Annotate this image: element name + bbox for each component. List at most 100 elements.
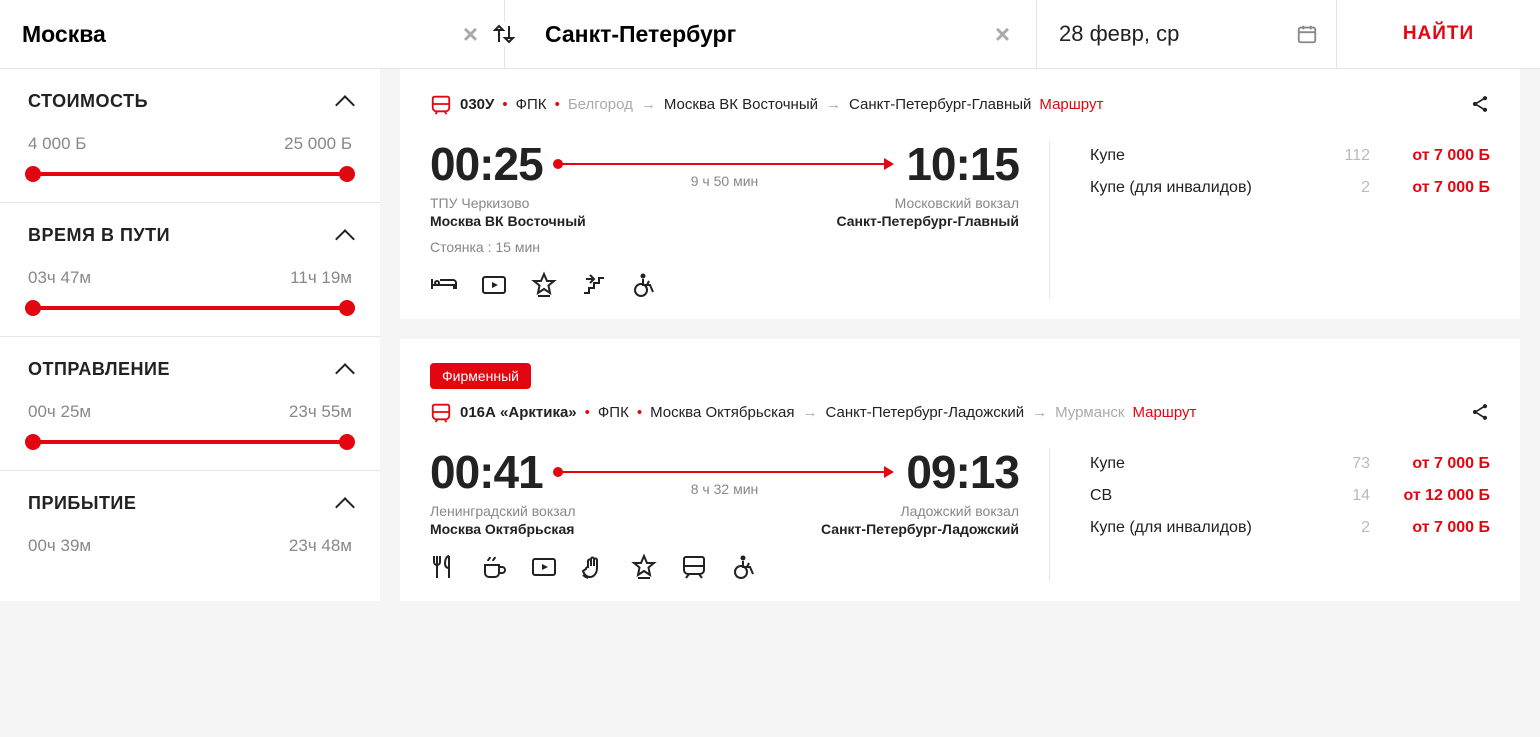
date-field[interactable]: 28 февр, ср	[1037, 0, 1337, 68]
calendar-icon[interactable]	[1296, 23, 1318, 45]
operator: ФПК	[598, 404, 629, 421]
filter-depart-head[interactable]: ОТПРАВЛЕНИЕ	[28, 359, 352, 380]
route-dest: Мурманск	[1055, 404, 1124, 421]
filter-arrive-head[interactable]: ПРИБЫТИЕ	[28, 493, 352, 514]
operator: ФПК	[516, 96, 547, 113]
destination-input[interactable]	[527, 0, 991, 68]
food-icon	[430, 553, 458, 581]
duration: 9 ч 50 мин	[691, 173, 759, 189]
result-card: 030У • ФПК • Белгород→Москва ВК Восточны…	[400, 69, 1520, 319]
arrive-station: Ладожский вокзал Санкт-Петербург-Ладожск…	[821, 503, 1019, 537]
share-icon[interactable]	[1470, 94, 1490, 114]
clear-origin-icon[interactable]: ×	[459, 19, 482, 50]
filters-sidebar: СТОИМОСТЬ 4 000 Б 25 000 Б ВРЕМЯ В ПУТИ …	[0, 69, 380, 601]
fare-count: 112	[1320, 147, 1370, 165]
route-origin: Белгород	[568, 96, 633, 113]
swap-icon[interactable]	[489, 22, 519, 46]
route-alight: Санкт-Петербург-Главный	[849, 96, 1031, 113]
duration: 8 ч 32 мин	[691, 481, 759, 497]
filter-depart: ОТПРАВЛЕНИЕ 00ч 25м 23ч 55м	[0, 337, 380, 471]
route-header: 016А «Арктика» • ФПК • Москва Октябрьска…	[430, 401, 1490, 423]
train-icon	[430, 93, 452, 115]
chevron-up-icon	[335, 229, 355, 249]
fares: Купе112от 7 000 БКупе (для инвалидов)2от…	[1090, 141, 1490, 299]
price-slider[interactable]	[28, 172, 352, 176]
depart-slider[interactable]	[28, 440, 352, 444]
fare-row[interactable]: СВ14от 12 000 Б	[1090, 487, 1490, 505]
tea-icon	[480, 553, 508, 581]
train-number: 016А «Арктика»	[460, 404, 577, 421]
origin-field: ×	[0, 0, 505, 68]
fare-name: Купе (для инвалидов)	[1090, 519, 1320, 537]
wheelchair-icon	[730, 553, 758, 581]
depart-station: Ленинградский вокзал Москва Октябрьская	[430, 503, 575, 537]
fare-count: 14	[1320, 487, 1370, 505]
fares: Купе73от 7 000 БСВ14от 12 000 БКупе (для…	[1090, 449, 1490, 581]
fare-row[interactable]: Купе112от 7 000 Б	[1090, 147, 1490, 165]
star-icon	[630, 553, 658, 581]
fare-price: от 7 000 Б	[1370, 455, 1490, 473]
timeline: 00:25 9 ч 50 мин 10:15 ТПУ Черкизово Мос…	[430, 141, 1050, 299]
route-header: 030У • ФПК • Белгород→Москва ВК Восточны…	[430, 93, 1490, 115]
bed-icon	[430, 271, 458, 299]
filter-duration-head[interactable]: ВРЕМЯ В ПУТИ	[28, 225, 352, 246]
fare-price: от 7 000 Б	[1370, 519, 1490, 537]
amenities	[430, 553, 758, 581]
search-button[interactable]: НАЙТИ	[1337, 0, 1540, 68]
train-number: 030У	[460, 96, 494, 113]
fare-name: Купе (для инвалидов)	[1090, 179, 1320, 197]
duration-slider[interactable]	[28, 306, 352, 310]
train-icon	[430, 401, 452, 423]
stairs-icon	[580, 271, 608, 299]
train-icon	[680, 553, 708, 581]
fare-row[interactable]: Купе (для инвалидов)2от 7 000 Б	[1090, 179, 1490, 197]
route-alight: Санкт-Петербург-Ладожский	[825, 404, 1024, 421]
arrive-time: 10:15	[906, 141, 1019, 187]
amenities	[430, 271, 658, 299]
fare-name: Купе	[1090, 147, 1320, 165]
video-icon	[530, 553, 558, 581]
route-board: Москва Октябрьская	[650, 404, 794, 421]
wheelchair-icon	[630, 271, 658, 299]
fare-price: от 7 000 Б	[1370, 179, 1490, 197]
clear-destination-icon[interactable]: ×	[991, 19, 1014, 50]
search-bar: × × 28 февр, ср НАЙТИ	[0, 0, 1540, 69]
route-link[interactable]: Маршрут	[1039, 96, 1103, 113]
depart-station: ТПУ Черкизово Москва ВК Восточный	[430, 195, 586, 229]
depart-time: 00:41	[430, 449, 543, 495]
arrive-station: Московский вокзал Санкт-Петербург-Главны…	[836, 195, 1019, 229]
filter-arrive: ПРИБЫТИЕ 00ч 39м 23ч 48м	[0, 471, 380, 600]
chevron-up-icon	[335, 497, 355, 517]
hand-icon	[580, 553, 608, 581]
stop-note: Стоянка : 15 мин	[430, 239, 540, 255]
journey-line: 9 ч 50 мин	[557, 163, 893, 165]
chevron-up-icon	[335, 363, 355, 383]
share-icon[interactable]	[1470, 402, 1490, 422]
results-list: 030У • ФПК • Белгород→Москва ВК Восточны…	[400, 69, 1540, 601]
date-value: 28 февр, ср	[1059, 21, 1179, 47]
fare-price: от 12 000 Б	[1370, 487, 1490, 505]
fare-count: 73	[1320, 455, 1370, 473]
fare-count: 2	[1320, 179, 1370, 197]
filter-duration: ВРЕМЯ В ПУТИ 03ч 47м 11ч 19м	[0, 203, 380, 337]
destination-field: ×	[505, 0, 1037, 68]
fare-name: СВ	[1090, 487, 1320, 505]
video-icon	[480, 271, 508, 299]
result-card: Фирменный 016А «Арктика» • ФПК • Москва …	[400, 339, 1520, 601]
star-icon	[530, 271, 558, 299]
route-board: Москва ВК Восточный	[664, 96, 818, 113]
depart-time: 00:25	[430, 141, 543, 187]
fare-name: Купе	[1090, 455, 1320, 473]
origin-input[interactable]	[22, 0, 459, 68]
journey-line: 8 ч 32 мин	[557, 471, 893, 473]
fare-price: от 7 000 Б	[1370, 147, 1490, 165]
fare-count: 2	[1320, 519, 1370, 537]
route-link[interactable]: Маршрут	[1132, 404, 1196, 421]
filter-price-head[interactable]: СТОИМОСТЬ	[28, 91, 352, 112]
timeline: 00:41 8 ч 32 мин 09:13 Ленинградский вок…	[430, 449, 1050, 581]
branded-badge: Фирменный	[430, 363, 531, 389]
fare-row[interactable]: Купе73от 7 000 Б	[1090, 455, 1490, 473]
chevron-up-icon	[335, 95, 355, 115]
filter-price: СТОИМОСТЬ 4 000 Б 25 000 Б	[0, 69, 380, 203]
fare-row[interactable]: Купе (для инвалидов)2от 7 000 Б	[1090, 519, 1490, 537]
